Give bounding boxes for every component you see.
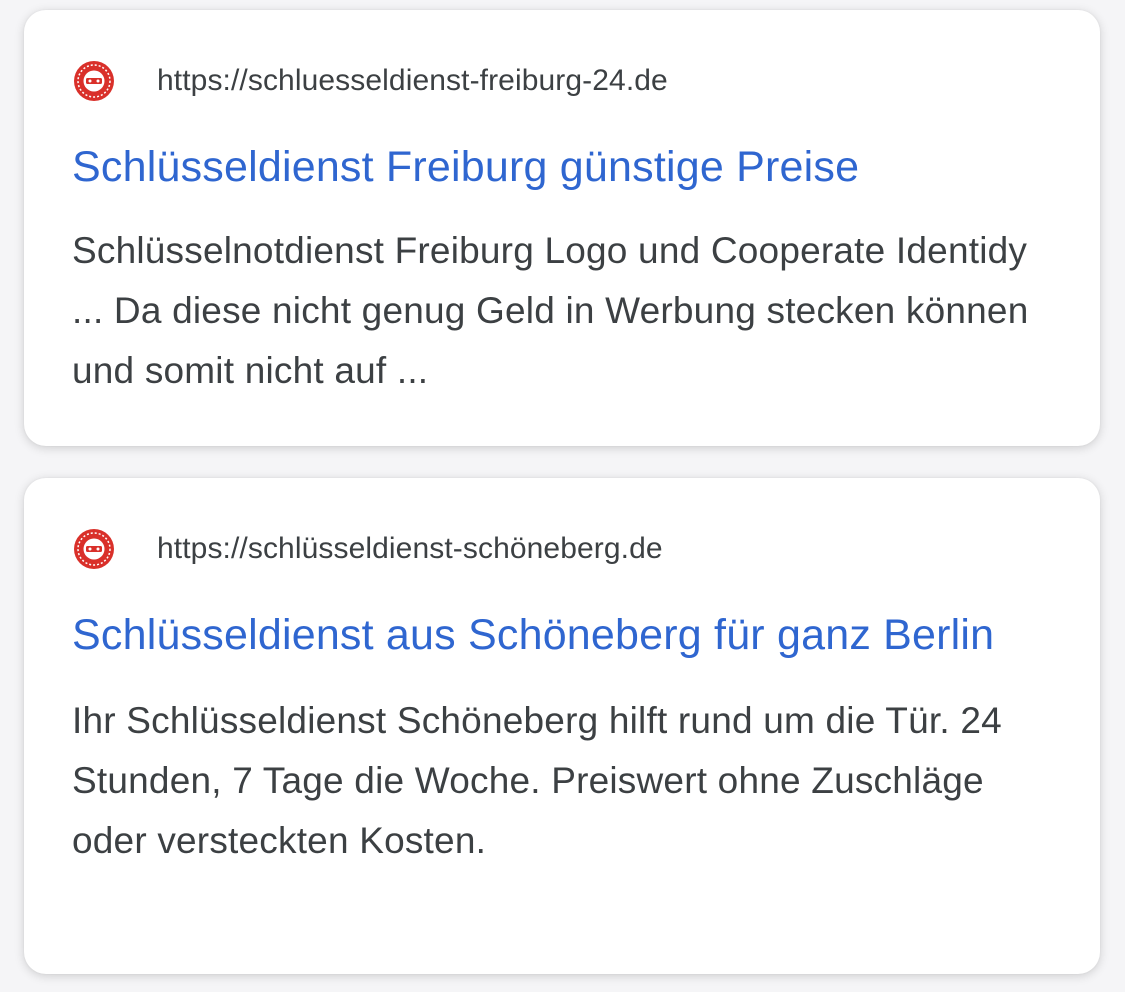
result-snippet: Ihr Schlüsseldienst Schöneberg hilft run… bbox=[72, 700, 1002, 861]
search-result-card[interactable]: https://schlüsseldienst-schöneberg.de Sc… bbox=[24, 478, 1100, 974]
search-results: https://schluesseldienst-freiburg-24.de … bbox=[0, 0, 1125, 992]
result-source[interactable]: https://schlüsseldienst-schöneberg.de bbox=[72, 527, 1052, 571]
result-source[interactable]: https://schluesseldienst-freiburg-24.de bbox=[72, 59, 1052, 103]
search-result-card[interactable]: https://schluesseldienst-freiburg-24.de … bbox=[24, 10, 1100, 446]
result-url[interactable]: https://schluesseldienst-freiburg-24.de bbox=[157, 64, 668, 98]
result-snippet: Schlüsselnotdienst Freiburg Logo und Coo… bbox=[72, 230, 1029, 391]
result-title-link[interactable]: Schlüsseldienst Freiburg günstige Preise bbox=[72, 138, 1052, 197]
site-favicon-icon bbox=[72, 59, 116, 103]
result-url[interactable]: https://schlüsseldienst-schöneberg.de bbox=[157, 532, 663, 566]
site-favicon-icon bbox=[72, 527, 116, 571]
result-title-link[interactable]: Schlüsseldienst aus Schöneberg für ganz … bbox=[72, 606, 1052, 665]
